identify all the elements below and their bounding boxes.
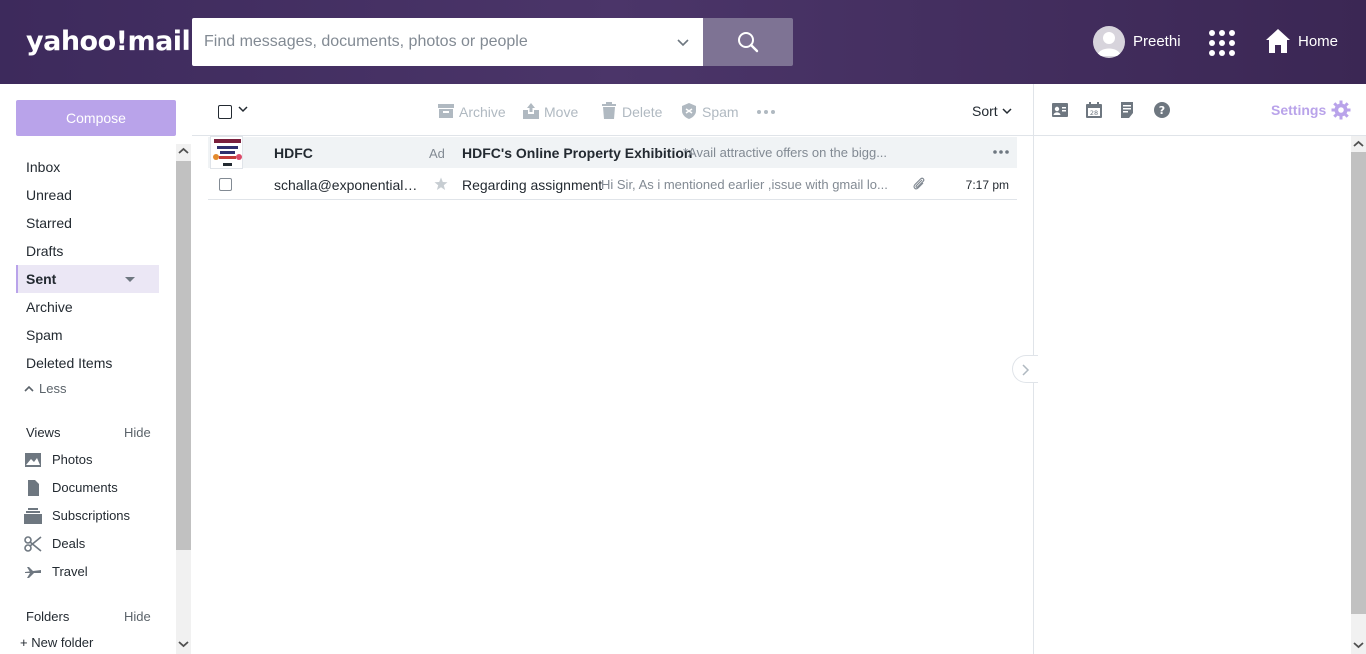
folders-title: Folders: [26, 609, 70, 624]
sidebar-item-deleted-items[interactable]: Deleted Items: [16, 349, 159, 377]
avatar[interactable]: [1093, 26, 1125, 58]
user-avatar-icon: [1097, 32, 1121, 56]
scroll-up-arrow-icon[interactable]: [1353, 140, 1364, 148]
svg-text:28: 28: [1090, 109, 1098, 117]
help-icon[interactable]: ?: [1153, 101, 1171, 119]
search-options-chevron-icon[interactable]: [675, 34, 691, 50]
ad-badge: Ad: [429, 146, 445, 161]
message-sender: schalla@exponentialai.c...: [274, 177, 424, 193]
sidebar: Compose Inbox Unread Starred Drafts Sent…: [0, 84, 192, 654]
message-checkbox[interactable]: [219, 178, 232, 191]
sidebar-item-spam[interactable]: Spam: [16, 321, 159, 349]
view-item-label: Subscriptions: [52, 508, 131, 523]
search-button[interactable]: [703, 18, 793, 66]
view-item-label: Deals: [52, 536, 86, 551]
shield-icon: [682, 103, 696, 119]
home-icon[interactable]: [1265, 28, 1291, 54]
scroll-down-arrow-icon[interactable]: [178, 640, 189, 648]
ad-image-icon: [211, 137, 242, 168]
archive-icon: [438, 104, 454, 118]
scroll-up-arrow-icon[interactable]: [178, 147, 189, 155]
select-all-checkbox[interactable]: [218, 105, 232, 119]
view-item-documents[interactable]: Documents: [24, 474, 164, 502]
message-toolbar: Archive Move Delete Spam Sort: [192, 84, 1033, 136]
view-item-travel[interactable]: Travel: [24, 558, 164, 586]
view-item-label: Photos: [52, 452, 93, 467]
ad-subject: HDFC's Online Property Exhibition: [462, 145, 693, 161]
sidebar-item-unread[interactable]: Unread: [16, 181, 159, 209]
sidebar-scrollbar-thumb[interactable]: [176, 161, 191, 550]
chevron-up-icon: [24, 385, 34, 392]
ad-snippet: *Avail attractive offers on the bigg...: [683, 145, 888, 160]
less-label: Less: [39, 381, 67, 396]
photos-icon: [25, 453, 41, 467]
ad-thumbnail-image: [210, 136, 243, 169]
yahoo-mail-logo[interactable]: yahoo!mail: [26, 26, 191, 57]
views-title: Views: [26, 425, 61, 440]
user-name[interactable]: Preethi: [1133, 33, 1181, 50]
star-icon[interactable]: [434, 177, 448, 191]
sidebar-item-starred[interactable]: Starred: [16, 209, 159, 237]
ad-row[interactable]: HDFC Ad HDFC's Online Property Exhibitio…: [208, 136, 1017, 169]
sort-button[interactable]: Sort: [972, 103, 1012, 119]
chevron-right-icon: [1022, 364, 1030, 376]
sidebar-item-drafts[interactable]: Drafts: [16, 237, 159, 265]
collapse-panel-button[interactable]: [1012, 355, 1038, 383]
delete-label: Delete: [622, 104, 663, 120]
move-label: Move: [544, 104, 579, 120]
view-item-subscriptions[interactable]: Subscriptions: [24, 502, 164, 530]
select-options-chevron-icon[interactable]: [238, 104, 248, 114]
message-row[interactable]: schalla@exponentialai.c... Regarding ass…: [208, 169, 1017, 200]
caret-down-icon[interactable]: [125, 277, 135, 282]
sort-label: Sort: [972, 103, 998, 119]
new-folder-button[interactable]: + New folder: [20, 635, 93, 650]
settings-link[interactable]: Settings: [1271, 102, 1326, 118]
sidebar-item-inbox[interactable]: Inbox: [16, 153, 159, 181]
move-icon: [523, 103, 539, 119]
search-input[interactable]: [204, 30, 664, 54]
documents-icon: [28, 480, 39, 496]
contacts-icon[interactable]: [1051, 101, 1069, 119]
plus-icon: +: [20, 635, 32, 650]
message-snippet: Hi Sir, As i mentioned earlier ,issue wi…: [601, 177, 888, 192]
sidebar-item-label: Sent: [26, 271, 57, 287]
view-item-label: Travel: [52, 564, 88, 579]
folders-hide-button[interactable]: Hide: [124, 609, 151, 624]
view-item-label: Documents: [52, 480, 118, 495]
more-actions-icon[interactable]: [756, 102, 776, 122]
travel-icon: [25, 567, 41, 578]
sidebar-item-archive[interactable]: Archive: [16, 293, 159, 321]
svg-text:?: ?: [1159, 104, 1165, 117]
view-item-deals[interactable]: Deals: [24, 530, 164, 558]
search-box[interactable]: [192, 18, 703, 66]
right-panel-toolbar: 28 ? Settings: [1034, 84, 1366, 136]
ad-more-options-icon[interactable]: [992, 149, 1010, 155]
subscriptions-icon: [24, 508, 42, 524]
scroll-down-arrow-icon[interactable]: [1353, 641, 1364, 649]
calendar-icon[interactable]: 28: [1085, 101, 1103, 119]
attachment-icon: [913, 177, 925, 190]
spam-label: Spam: [702, 104, 739, 120]
deals-icon: [24, 536, 42, 552]
chevron-down-icon: [1002, 108, 1012, 115]
message-subject: Regarding assignment: [462, 177, 603, 193]
home-link[interactable]: Home: [1298, 33, 1338, 50]
header: yahoo!mail Preethi Home: [0, 0, 1366, 84]
view-item-photos[interactable]: Photos: [24, 446, 164, 474]
ad-sender: HDFC: [274, 145, 313, 161]
search-icon: [738, 32, 759, 53]
views-hide-button[interactable]: Hide: [124, 425, 151, 440]
new-folder-label: New folder: [31, 635, 94, 650]
archive-label: Archive: [459, 104, 506, 120]
compose-button[interactable]: Compose: [16, 100, 176, 136]
apps-grid-icon[interactable]: [1208, 29, 1236, 57]
notepad-icon[interactable]: [1119, 101, 1137, 119]
sidebar-item-sent[interactable]: Sent: [16, 265, 159, 293]
message-time: 7:17 pm: [965, 178, 1009, 192]
less-toggle[interactable]: Less: [24, 381, 66, 396]
gear-icon[interactable]: [1331, 100, 1351, 120]
right-panel-scrollbar-thumb[interactable]: [1351, 152, 1366, 614]
trash-icon: [602, 102, 616, 119]
